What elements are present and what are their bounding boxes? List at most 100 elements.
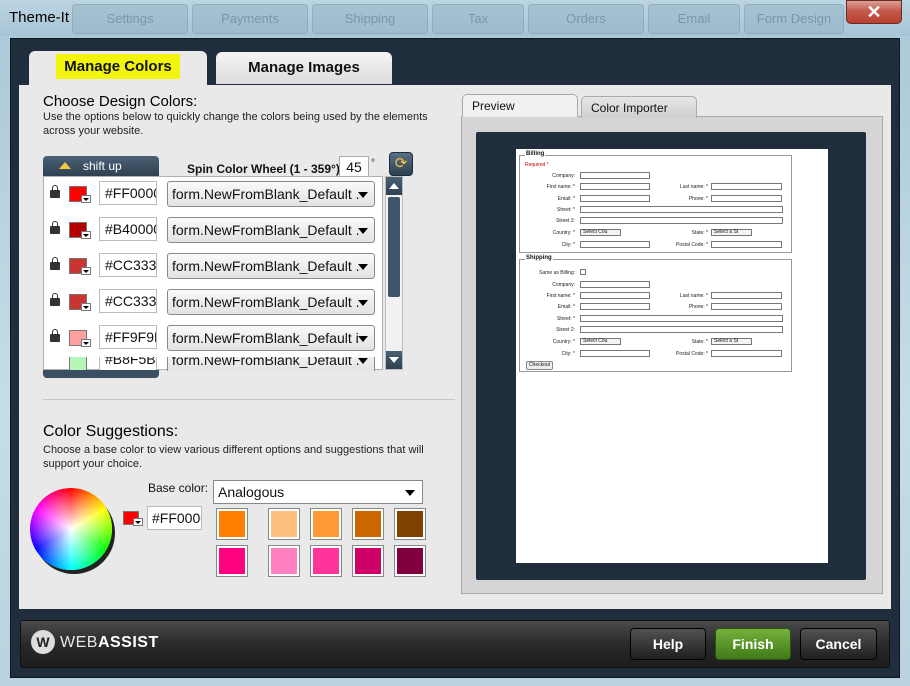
city-field — [580, 241, 650, 248]
design-colors-description-1: Use the options below to quickly change … — [43, 111, 428, 123]
street2-field — [580, 217, 783, 224]
scheme-select-value: Analogous — [218, 484, 285, 500]
tab-preview[interactable]: Preview — [462, 94, 578, 117]
shift-up-icon — [59, 162, 71, 169]
shift-up-button[interactable]: shift up — [43, 156, 159, 176]
hex-input[interactable]: #CC3333 — [99, 289, 157, 313]
company-field — [580, 172, 650, 179]
chevron-down-icon — [405, 490, 415, 496]
email-field — [580, 195, 650, 202]
background-tab-shipping: Shipping — [312, 4, 428, 34]
element-select[interactable]: form.NewFromBlank_Default . — [167, 253, 375, 279]
finish-button[interactable]: Finish — [715, 628, 791, 660]
suggestion-swatch[interactable] — [310, 508, 342, 540]
scroll-up-icon[interactable] — [386, 177, 402, 195]
first-name-field — [580, 183, 650, 190]
lock-icon[interactable] — [50, 257, 60, 271]
close-button[interactable]: ✕ — [846, 0, 902, 24]
color-wheel-icon[interactable] — [30, 488, 112, 570]
color-row: #B40000 form.NewFromBlank_Default . — [44, 213, 384, 249]
background-tab-tax: Tax — [432, 4, 524, 34]
brand-light: WEB — [60, 634, 98, 651]
base-swatch-dropdown-icon[interactable] — [133, 518, 143, 526]
hex-input[interactable]: #FF0000 — [99, 181, 157, 205]
checkout-button: Checkout — [526, 361, 553, 370]
element-select-value: form.NewFromBlank_Default . — [172, 186, 360, 202]
tab-manage-colors-label: Manage Colors — [56, 54, 180, 79]
city-label: City: * — [561, 351, 575, 357]
suggestion-swatch[interactable] — [394, 508, 426, 540]
shipping-legend: Shipping — [525, 255, 553, 261]
state-select: Select a St — [711, 338, 752, 345]
hex-input[interactable]: #FF9F9F — [99, 325, 157, 349]
brand-name: WEBASSIST — [60, 634, 159, 652]
spin-refresh-button[interactable]: ⟳ — [389, 152, 413, 176]
tab-color-importer[interactable]: Color Importer — [581, 96, 697, 118]
title-bar: Settings Payments Shipping Tax Orders Em… — [0, 0, 910, 36]
postal-label: Postal Code: * — [676, 351, 708, 357]
lock-icon[interactable] — [50, 293, 60, 307]
chevron-down-icon — [358, 264, 368, 270]
element-select-value: form.NewFromBlank_Default . — [172, 222, 360, 238]
swatch-dropdown-icon[interactable] — [81, 195, 91, 203]
same-as-billing-checkbox — [580, 269, 586, 275]
suggestion-swatch[interactable] — [352, 545, 384, 577]
design-colors-heading: Choose Design Colors: — [43, 93, 198, 110]
element-select[interactable]: form.NewFromBlank_Default . — [167, 181, 375, 207]
element-select[interactable]: form.NewFromBlank_Default i — [167, 325, 375, 351]
city-label: City: * — [561, 242, 575, 248]
street-field — [580, 315, 783, 322]
tab-manage-images[interactable]: Manage Images — [216, 52, 392, 84]
section-divider — [43, 399, 455, 400]
color-swatch[interactable] — [69, 357, 87, 371]
swatch-dropdown-icon[interactable] — [81, 267, 91, 275]
hex-input[interactable]: #B40000 — [99, 217, 157, 241]
background-tab-settings: Settings — [72, 4, 188, 34]
webassist-logo-icon: W — [31, 630, 55, 654]
street-label: Street: * — [556, 207, 575, 213]
element-select[interactable]: form.NewFromBlank_Default . — [167, 289, 375, 315]
base-hex-input[interactable]: #FF0000 — [147, 506, 202, 530]
color-list-scrollbar[interactable] — [385, 176, 403, 370]
scheme-select[interactable]: Analogous — [213, 480, 423, 504]
suggestion-swatch[interactable] — [268, 545, 300, 577]
first-name-label: First name: * — [546, 184, 575, 190]
tab-manage-colors[interactable]: Manage Colors — [29, 51, 207, 85]
brand-bold: ASSIST — [97, 634, 159, 651]
suggestion-swatch[interactable] — [216, 508, 248, 540]
suggestion-swatch[interactable] — [352, 508, 384, 540]
background-tab-payments: Payments — [192, 4, 308, 34]
swatch-dropdown-icon[interactable] — [81, 231, 91, 239]
shift-down-button[interactable] — [43, 370, 159, 378]
chevron-down-icon — [358, 228, 368, 234]
scroll-down-icon[interactable] — [386, 351, 402, 369]
cancel-button[interactable]: Cancel — [800, 628, 877, 660]
street2-label: Street 2: — [556, 327, 575, 333]
element-select[interactable]: form.NewFromBlank_Default . — [167, 217, 375, 243]
street2-label: Street 2: — [556, 218, 575, 224]
spin-wheel-input[interactable]: 45 — [339, 156, 369, 178]
first-name-field — [580, 292, 650, 299]
suggestion-swatch[interactable] — [394, 545, 426, 577]
lock-icon[interactable] — [50, 221, 60, 235]
last-name-field — [711, 292, 782, 299]
swatch-dropdown-icon[interactable] — [81, 339, 91, 347]
suggestion-swatch[interactable] — [310, 545, 342, 577]
suggestion-swatch[interactable] — [216, 545, 248, 577]
company-field — [580, 281, 650, 288]
hex-input[interactable]: #B8F5B — [99, 357, 157, 371]
color-row: #FF9F9F form.NewFromBlank_Default i — [44, 321, 384, 357]
lock-icon[interactable] — [50, 185, 60, 199]
lock-icon[interactable] — [50, 329, 60, 343]
scroll-thumb[interactable] — [388, 197, 400, 297]
hex-input[interactable]: #CC3333 — [99, 253, 157, 277]
phone-label: Phone: * — [688, 196, 708, 202]
help-button[interactable]: Help — [630, 628, 706, 660]
swatch-dropdown-icon[interactable] — [81, 303, 91, 311]
suggestion-swatch[interactable] — [268, 508, 300, 540]
country-select: Select Cou — [580, 229, 621, 236]
window-title: Theme-It — [9, 9, 70, 26]
color-row: #CC3333 form.NewFromBlank_Default . — [44, 285, 384, 321]
element-select[interactable]: form.NewFromBlank_Default . — [167, 357, 375, 371]
chevron-down-icon — [358, 358, 368, 364]
